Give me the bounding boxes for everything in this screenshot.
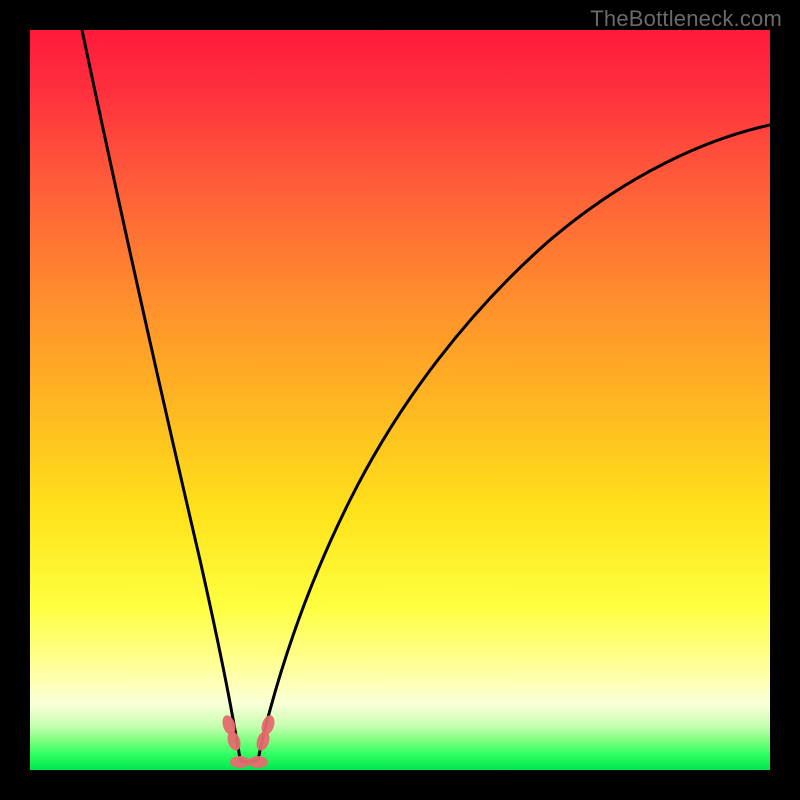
chart-frame: TheBottleneck.com <box>0 0 800 800</box>
marker-floor-left <box>230 756 250 768</box>
marker-floor-right <box>248 756 268 768</box>
curve-layer <box>30 30 770 770</box>
plot-area <box>30 30 770 770</box>
curve-right-branch <box>258 125 770 760</box>
marker-group <box>220 714 277 768</box>
curve-left-branch <box>82 30 240 760</box>
watermark-text: TheBottleneck.com <box>590 6 782 32</box>
